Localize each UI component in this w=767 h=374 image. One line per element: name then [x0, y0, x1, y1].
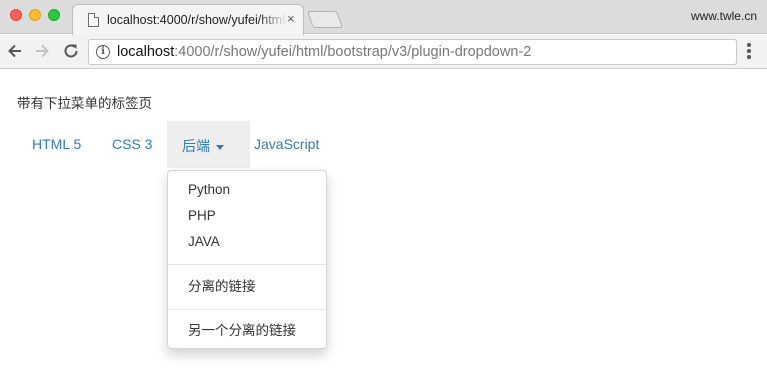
- dropdown-divider: [168, 309, 326, 310]
- dropdown-menu: Python PHP JAVA 分离的链接 另一个分离的链接: [167, 170, 327, 349]
- page-heading: 带有下拉菜单的标签页: [17, 96, 152, 111]
- dropdown-item-separated-link[interactable]: 分离的链接: [168, 276, 326, 298]
- tab-close-icon[interactable]: ×: [287, 12, 295, 26]
- tab-title: localhost:4000/r/show/yufei/html/bootstr…: [107, 13, 287, 27]
- window-minimize-button[interactable]: [29, 9, 41, 21]
- tab-html5[interactable]: HTML 5: [17, 121, 96, 168]
- window-maximize-button[interactable]: [48, 9, 60, 21]
- reload-icon[interactable]: [61, 41, 81, 61]
- dropdown-item-python[interactable]: Python: [168, 179, 326, 201]
- dropdown-divider: [168, 264, 326, 265]
- url-path: :4000/r/show/yufei/html/bootstrap/v3/plu…: [174, 44, 532, 60]
- new-tab-button[interactable]: [306, 11, 344, 28]
- tab-backend-label: 后端: [182, 138, 210, 154]
- browser-menu-icon[interactable]: [746, 43, 752, 61]
- browser-toolbar: i localhost:4000/r/show/yufei/html/boots…: [0, 35, 767, 69]
- url-host: localhost: [117, 44, 175, 60]
- forward-icon[interactable]: [32, 41, 52, 61]
- info-icon[interactable]: i: [96, 45, 110, 59]
- dropdown-item-java[interactable]: JAVA: [168, 231, 326, 253]
- url-text[interactable]: localhost:4000/r/show/yufei/html/bootstr…: [117, 44, 531, 60]
- tab-css3[interactable]: CSS 3: [97, 121, 167, 168]
- window-close-button[interactable]: [10, 9, 22, 21]
- site-label: www.twle.cn: [690, 9, 757, 23]
- address-bar[interactable]: i localhost:4000/r/show/yufei/html/boots…: [88, 39, 737, 65]
- back-icon[interactable]: [5, 41, 25, 61]
- caret-down-icon: [216, 144, 224, 150]
- dropdown-item-php[interactable]: PHP: [168, 205, 326, 227]
- browser-tab[interactable]: localhost:4000/r/show/yufei/html/bootstr…: [72, 4, 304, 35]
- page-icon: [88, 13, 99, 27]
- tab-backend-dropdown-toggle[interactable]: 后端: [167, 121, 250, 168]
- tab-javascript[interactable]: JavaScript: [239, 121, 334, 168]
- dropdown-item-another-separated-link[interactable]: 另一个分离的链接: [168, 320, 326, 342]
- browser-titlebar: localhost:4000/r/show/yufei/html/bootstr…: [0, 0, 767, 35]
